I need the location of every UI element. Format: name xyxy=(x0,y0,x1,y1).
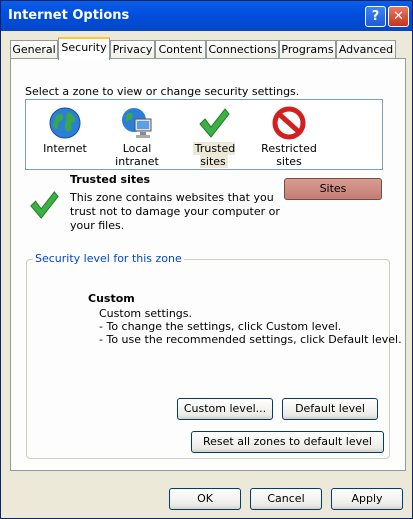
ok-button[interactable]: OK xyxy=(169,488,241,510)
zone-trusted-sites[interactable]: Trusted sites xyxy=(178,102,250,168)
tab-programs[interactable]: Programs xyxy=(279,40,336,59)
intranet-computer-icon xyxy=(122,108,152,138)
security-level-title: Custom xyxy=(88,292,135,305)
default-level-button[interactable]: Default level xyxy=(282,398,378,420)
security-level-description-line: Custom settings. xyxy=(99,307,193,320)
custom-level-button[interactable]: Custom level... xyxy=(177,398,273,420)
globe-icon xyxy=(49,107,81,139)
security-level-group xyxy=(26,259,390,459)
checkmark-icon xyxy=(199,108,230,138)
tab-content[interactable]: Content xyxy=(155,40,206,59)
close-button[interactable]: ✕ xyxy=(388,6,409,27)
sites-button[interactable]: Sites xyxy=(284,178,382,200)
tab-privacy[interactable]: Privacy xyxy=(110,40,155,59)
title-bar[interactable]: Internet Options ? ✕ xyxy=(1,1,412,31)
apply-button[interactable]: Apply xyxy=(331,488,403,510)
zone-label: Internet xyxy=(43,142,87,155)
security-level-description-line: - To change the settings, click Custom l… xyxy=(99,320,342,333)
cancel-button[interactable]: Cancel xyxy=(250,488,322,510)
window-title: Internet Options xyxy=(8,8,130,23)
tab-strip: General Security Privacy Content Connect… xyxy=(10,37,406,60)
zone-internet[interactable]: Internet xyxy=(30,102,100,168)
internet-options-window: Internet Options ? ✕ General Security Pr… xyxy=(0,0,413,519)
zone-local-intranet[interactable]: Local intranet xyxy=(100,102,174,168)
zone-label: Restricted sites xyxy=(261,142,317,168)
zone-label: Trusted sites xyxy=(192,142,236,168)
security-level-group-title: Security level for this zone xyxy=(33,252,184,265)
reset-all-zones-button[interactable]: Reset all zones to default level xyxy=(191,431,384,453)
tab-general[interactable]: General xyxy=(10,40,58,59)
tab-advanced[interactable]: Advanced xyxy=(336,40,396,59)
tab-connections[interactable]: Connections xyxy=(206,40,279,59)
selected-zone-description-line: This zone contains websites that you xyxy=(70,191,274,204)
zone-restricted-sites[interactable]: Restricted sites xyxy=(254,102,324,168)
tab-security[interactable]: Security xyxy=(58,37,110,60)
selected-zone-description-line: trust not to damage your computer or xyxy=(70,205,280,218)
security-level-description-line: - To use the recommended settings, click… xyxy=(99,333,402,346)
restricted-icon xyxy=(272,106,306,140)
help-button[interactable]: ? xyxy=(365,6,386,27)
checkmark-icon xyxy=(30,191,59,219)
zone-list: Internet Local intranet Trusted sites Re… xyxy=(25,99,383,170)
zone-prompt: Select a zone to view or change security… xyxy=(25,85,300,98)
zone-label: Local intranet xyxy=(115,142,159,168)
selected-zone-description-line: your files. xyxy=(70,219,125,232)
selected-zone-title: Trusted sites xyxy=(70,173,151,186)
